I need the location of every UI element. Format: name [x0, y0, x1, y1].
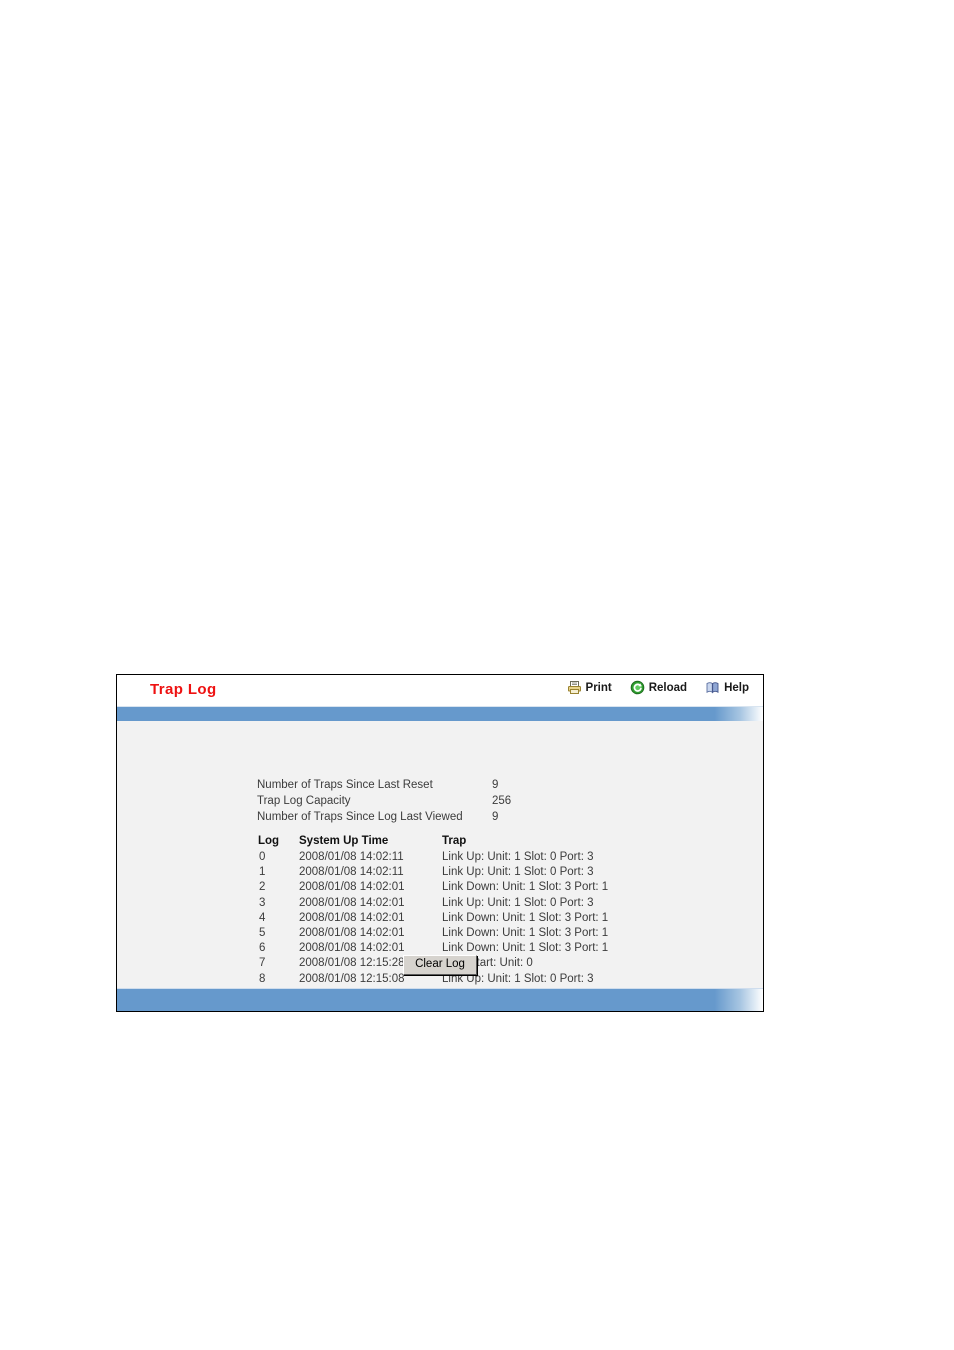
table-row: 4 2008/01/08 14:02:01 Link Down: Unit: 1… [257, 911, 702, 926]
summary-row: Trap Log Capacity 256 [257, 793, 657, 809]
table-row: 3 2008/01/08 14:02:01 Link Up: Unit: 1 S… [257, 896, 702, 911]
refresh-icon [630, 680, 645, 695]
printer-icon [567, 680, 582, 695]
accent-bar-bottom [117, 988, 763, 1011]
accent-bar-top [117, 706, 763, 721]
cell-log: 3 [259, 896, 266, 909]
print-button[interactable]: Print [567, 680, 612, 695]
trap-log-panel: Trap Log Print Reload Help Number of Tra… [116, 674, 764, 1012]
cell-log: 5 [259, 927, 266, 940]
summary-row: Number of Traps Since Last Reset 9 [257, 777, 657, 793]
summary-row: Number of Traps Since Log Last Viewed 9 [257, 809, 657, 825]
cell-trap: Link Down: Unit: 1 Slot: 3 Port: 1 [442, 911, 609, 924]
help-label: Help [724, 681, 749, 694]
print-label: Print [585, 681, 612, 694]
column-header-log: Log [258, 835, 280, 847]
cell-log: 2 [259, 881, 266, 894]
table-row: 5 2008/01/08 14:02:01 Link Down: Unit: 1… [257, 926, 702, 941]
cell-log: 4 [259, 911, 266, 924]
summary-label: Number of Traps Since Last Reset [257, 779, 433, 791]
cell-time: 2008/01/08 14:02:01 [299, 927, 405, 940]
action-row: Clear Log [117, 954, 763, 975]
trap-summary: Number of Traps Since Last Reset 9 Trap … [257, 777, 657, 825]
cell-time: 2008/01/08 14:02:11 [299, 851, 404, 863]
column-header-system-up-time: System Up Time [299, 835, 389, 847]
cell-time: 2008/01/08 14:02:11 [299, 866, 404, 879]
book-help-icon [705, 680, 720, 695]
reload-label: Reload [648, 681, 688, 694]
summary-value: 9 [492, 779, 499, 791]
summary-value: 9 [492, 811, 499, 823]
cell-log: 0 [259, 851, 266, 863]
summary-label: Trap Log Capacity [257, 795, 351, 807]
cell-trap: Link Down: Unit: 1 Slot: 3 Port: 1 [442, 927, 609, 940]
clear-log-button[interactable]: Clear Log [403, 955, 477, 975]
cell-trap: Link Up: Unit: 1 Slot: 0 Port: 3 [442, 896, 594, 909]
reload-button[interactable]: Reload [630, 680, 687, 695]
column-header-trap: Trap [442, 835, 467, 847]
cell-time: 2008/01/08 14:02:01 [299, 896, 405, 909]
panel-toolbar: Print Reload Help [567, 680, 749, 695]
summary-value: 256 [492, 795, 512, 807]
table-row: 1 2008/01/08 14:02:11 Link Up: Unit: 1 S… [257, 865, 702, 880]
page-title: Trap Log [150, 681, 217, 698]
panel-content: Number of Traps Since Last Reset 9 Trap … [117, 721, 763, 992]
summary-label: Number of Traps Since Log Last Viewed [257, 811, 463, 823]
table-row: 0 2008/01/08 14:02:11 Link Up: Unit: 1 S… [257, 850, 702, 865]
cell-time: 2008/01/08 14:02:01 [299, 911, 405, 924]
cell-time: 2008/01/08 14:02:01 [299, 881, 405, 894]
table-row: 2 2008/01/08 14:02:01 Link Down: Unit: 1… [257, 880, 702, 895]
cell-log: 1 [259, 866, 266, 879]
panel-titlebar: Trap Log Print Reload Help [117, 675, 763, 706]
table-header-row: Log System Up Time Trap [257, 835, 702, 850]
cell-trap: Link Down: Unit: 1 Slot: 3 Port: 1 [442, 881, 609, 894]
cell-trap: Link Up: Unit: 1 Slot: 0 Port: 3 [442, 866, 594, 879]
cell-trap: Link Up: Unit: 1 Slot: 0 Port: 3 [442, 851, 594, 863]
help-button[interactable]: Help [705, 680, 749, 695]
